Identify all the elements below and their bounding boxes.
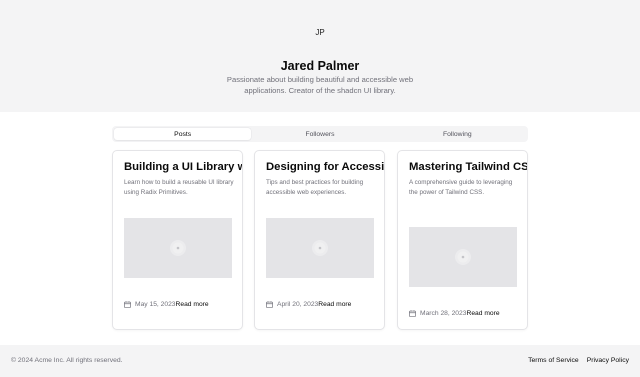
copyright-text: © 2024 Acme Inc. All rights reserved. [11,357,123,364]
post-date: April 20, 2023 [277,301,319,308]
page-footer: © 2024 Acme Inc. All rights reserved. Te… [0,345,640,377]
profile-bio: Passionate about building beautiful and … [226,75,414,95]
post-title[interactable]: Mastering Tailwind CSS [409,161,527,173]
post-card[interactable]: Building a UI Library with Radix Learn h… [112,150,243,330]
read-more-link[interactable]: Read more [318,301,351,308]
post-footer: April 20, 2023 Read more [266,301,351,308]
post-description: A comprehensive guide to leveraging the … [409,179,513,196]
avatar: JP [315,27,325,37]
post-title[interactable]: Building a UI Library with Radix [124,161,242,173]
profile-name: Jared Palmer [280,59,360,73]
footer-links: Terms of Service Privacy Policy [528,357,629,364]
post-title[interactable]: Designing for Accessibility [266,161,384,173]
calendar-icon [409,310,416,317]
tab-following[interactable]: Following [389,128,526,140]
tab-posts[interactable]: Posts [114,128,252,140]
profile-header: JP Jared Palmer Passionate about buildin… [0,0,640,112]
post-card[interactable]: Mastering Tailwind CSS A comprehensive g… [397,150,528,330]
post-footer: March 28, 2023 Read more [409,310,500,317]
post-card[interactable]: Designing for Accessibility Tips and bes… [254,150,385,330]
read-more-link[interactable]: Read more [176,301,209,308]
tab-followers[interactable]: Followers [251,128,388,140]
image-placeholder-icon [170,240,186,256]
calendar-icon [266,301,273,308]
post-image [266,218,374,278]
post-image [409,227,517,287]
post-footer: May 15, 2023 Read more [124,301,209,308]
privacy-policy-link[interactable]: Privacy Policy [587,357,629,364]
post-date: March 28, 2023 [420,310,467,317]
tab-list: Posts Followers Following [112,126,528,142]
terms-of-service-link[interactable]: Terms of Service [528,357,579,364]
calendar-icon [124,301,131,308]
post-image [124,218,232,278]
read-more-link[interactable]: Read more [466,310,499,317]
post-description: Tips and best practices for building acc… [266,179,364,196]
post-date: May 15, 2023 [135,301,176,308]
image-placeholder-icon [312,240,328,256]
post-description: Learn how to build a reusable UI library… [124,179,234,196]
image-placeholder-icon [455,249,471,265]
